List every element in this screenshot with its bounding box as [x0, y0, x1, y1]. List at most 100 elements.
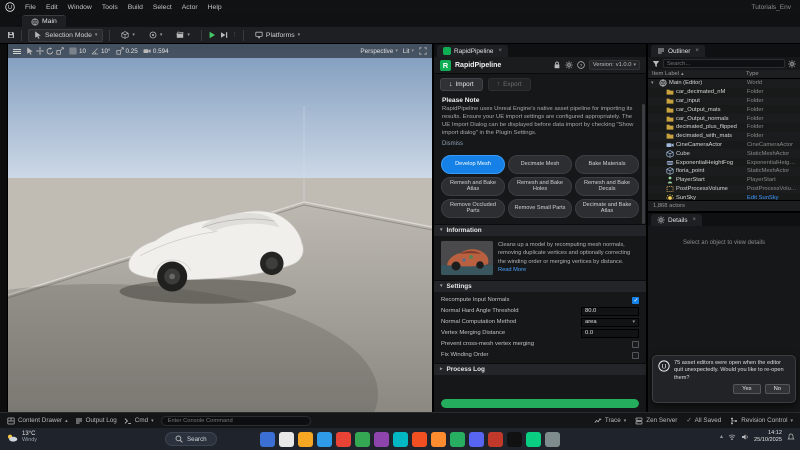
blueprints-button[interactable]: ▾ [144, 29, 168, 42]
setting-select[interactable]: area▾ [581, 318, 639, 327]
tray-chevron-up-icon[interactable]: ▴ [720, 433, 723, 440]
column-type[interactable]: Type [746, 71, 796, 77]
camera-speed-control[interactable]: 0.594 [143, 47, 169, 55]
outliner-row-playerstart[interactable]: PlayerStartPlayerStart [648, 176, 800, 185]
taskbar-app-icon-6[interactable] [355, 432, 370, 447]
taskbar-app-icon-9[interactable] [412, 432, 427, 447]
outliner-row-cinecameraactor[interactable]: CineCameraActorCineCameraActor [648, 141, 800, 150]
setting-checkbox[interactable] [632, 297, 639, 304]
level-viewport[interactable]: 10 10° 0.25 0.594 Perspective ▾ Lit ▾ [8, 44, 432, 412]
outliner-row-car-output-normals[interactable]: car_Output_normalsFolder [648, 114, 800, 123]
taskbar-app-icon-15[interactable] [526, 432, 541, 447]
menu-select[interactable]: Select [148, 4, 177, 11]
panel-scrollbar[interactable] [642, 104, 645, 224]
outliner-row-exponentialheightfog[interactable]: ExponentialHeightFogExponentialHeightFog [648, 158, 800, 167]
volume-icon[interactable] [741, 433, 749, 441]
op-decimate-and-bake-atlas-button[interactable]: Decimate and Bake Atlas [575, 199, 639, 218]
tab-main-level[interactable]: Main [22, 15, 66, 27]
setting-input[interactable]: 0.0 [581, 329, 639, 338]
outliner-row-sunsky[interactable]: SunSkyEdit SunSky [648, 193, 800, 200]
taskbar-app-icon-16[interactable] [545, 432, 560, 447]
settings-section-header[interactable]: ▾ Settings [434, 280, 646, 292]
taskbar-app-icon-1[interactable] [260, 432, 275, 447]
taskbar-app-icon-5[interactable] [336, 432, 351, 447]
maximize-viewport-icon[interactable] [419, 47, 427, 55]
menu-tools[interactable]: Tools [97, 4, 123, 11]
close-icon[interactable]: × [496, 48, 502, 54]
taskbar-clock[interactable]: 14:12 25/10/2025 [754, 430, 782, 444]
angle-snap-control[interactable]: 10° [91, 47, 111, 55]
notification-no-button[interactable]: No [765, 384, 790, 394]
scale-snap-control[interactable]: 0.25 [116, 47, 138, 55]
output-log-button[interactable]: Output Log [75, 417, 117, 425]
taskbar-search[interactable]: Search [165, 432, 217, 446]
zen-server-status[interactable]: Zen Server [635, 417, 677, 425]
notifications-icon[interactable] [787, 433, 795, 441]
read-more-link[interactable]: Read More [498, 267, 526, 273]
menu-build[interactable]: Build [123, 4, 148, 11]
outliner-row-car-output-mats[interactable]: car_Output_matsFolder [648, 105, 800, 114]
import-button[interactable]: ↓ Import [440, 78, 483, 91]
export-button[interactable]: ↑ Export [488, 78, 531, 91]
setting-checkbox[interactable] [632, 341, 639, 348]
tree-expand-icon[interactable]: ▾ [651, 80, 657, 86]
menu-actor[interactable]: Actor [177, 4, 203, 11]
play-button[interactable] [208, 31, 216, 39]
menu-window[interactable]: Window [63, 4, 97, 11]
outliner-row-floria-point[interactable]: floria_pointStaticMeshActor [648, 167, 800, 176]
select-tool-icon[interactable] [26, 47, 34, 55]
close-icon[interactable]: × [693, 48, 699, 54]
add-content-button[interactable]: ▾ [116, 29, 140, 42]
view-mode-dropdown[interactable]: Lit ▾ [403, 48, 414, 55]
lock-icon[interactable] [553, 61, 561, 69]
op-decimate-mesh-button[interactable]: Decimate Mesh [508, 155, 572, 174]
menu-help[interactable]: Help [203, 4, 227, 11]
taskbar-app-icon-8[interactable] [393, 432, 408, 447]
rotate-tool-icon[interactable] [46, 47, 54, 55]
taskbar-app-icon-3[interactable] [298, 432, 313, 447]
skip-frame-button[interactable] [220, 31, 228, 39]
scale-tool-icon[interactable] [56, 47, 64, 55]
op-remesh-and-bake-decals-button[interactable]: Remesh and Bake Decals [575, 177, 639, 196]
dismiss-link[interactable]: Dismiss [442, 141, 463, 147]
process-log-section-header[interactable]: ▸ Process Log [434, 363, 646, 375]
close-icon[interactable]: × [691, 217, 697, 223]
save-status[interactable]: ✓ All Saved [686, 417, 721, 424]
tab-details[interactable]: Details × [651, 214, 702, 226]
play-options-kebab-icon[interactable]: ⋮ [232, 32, 237, 38]
op-develop-mesh-button[interactable]: Develop Mesh [441, 155, 505, 174]
notification-yes-button[interactable]: Yes [733, 384, 760, 394]
taskbar-weather-widget[interactable]: 13°C Windy [6, 431, 37, 444]
cmd-dropdown[interactable]: Cmd ▾ [124, 417, 154, 425]
outliner-row-main-editor[interactable]: ▾Main (Editor)World [648, 79, 800, 88]
cinematics-button[interactable]: ▾ [171, 29, 195, 42]
version-dropdown[interactable]: Version: v1.0.0 ▾ [589, 60, 640, 70]
outliner-row-decimated-plus-flipped[interactable]: decimated_plus_flippedFolder [648, 123, 800, 132]
taskbar-app-icon-13[interactable] [488, 432, 503, 447]
outliner-search-input[interactable] [663, 59, 785, 68]
unreal-logo-icon[interactable]: U [5, 2, 15, 12]
op-remesh-and-bake-holes-button[interactable]: Remesh and Bake Holes [508, 177, 572, 196]
setting-checkbox[interactable] [632, 352, 639, 359]
perspective-dropdown[interactable]: Perspective ▾ [360, 48, 397, 55]
wifi-icon[interactable] [728, 433, 736, 441]
filter-icon[interactable] [652, 60, 660, 68]
viewport-menu-icon[interactable] [13, 49, 21, 54]
op-bake-materials-button[interactable]: Bake Materials [575, 155, 639, 174]
information-section-header[interactable]: ▾ Information [434, 224, 646, 236]
op-remesh-and-bake-atlas-button[interactable]: Remesh and Bake Atlas [441, 177, 505, 196]
content-drawer-button[interactable]: Content Drawer ▴ [7, 417, 68, 425]
platforms-dropdown[interactable]: Platforms ▾ [250, 29, 305, 42]
mode-dropdown[interactable]: Selection Mode ▾ [28, 29, 103, 42]
taskbar-app-icon-2[interactable] [279, 432, 294, 447]
console-command-input[interactable] [161, 416, 311, 426]
op-remove-occluded-parts-button[interactable]: Remove Occluded Parts [441, 199, 505, 218]
outliner-row-cube[interactable]: CubeStaticMeshActor [648, 149, 800, 158]
taskbar-app-icon-10[interactable] [431, 432, 446, 447]
menu-file[interactable]: File [20, 4, 41, 11]
gear-icon[interactable] [565, 61, 573, 69]
tab-rapidpipeline[interactable]: RapidPipeline × [437, 45, 508, 57]
op-remove-small-parts-button[interactable]: Remove Small Parts [508, 199, 572, 218]
setting-input[interactable]: 80.0 [581, 307, 639, 316]
trace-dropdown[interactable]: Trace ▾ [594, 417, 626, 425]
